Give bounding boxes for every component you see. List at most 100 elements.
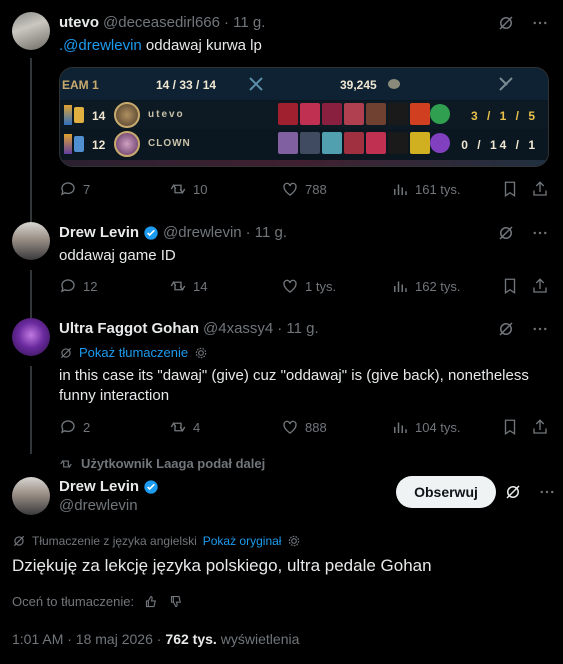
item-icon [366, 132, 386, 154]
author-handle[interactable]: @4xassy4 [203, 320, 273, 337]
grok-icon[interactable] [504, 483, 522, 501]
author-name[interactable]: Drew Levin [59, 478, 139, 495]
tweet-time[interactable]: · 11 g. [246, 224, 287, 241]
author-name[interactable]: Ultra Faggot Gohan [59, 320, 199, 337]
retweet-count: 14 [193, 278, 208, 294]
retweet-count: 4 [193, 419, 201, 435]
more-icon[interactable] [531, 14, 549, 32]
main-author[interactable]: Drew Levin @drewlevin [59, 478, 159, 514]
author-name[interactable]: Drew Levin [59, 224, 139, 241]
reply-count: 12 [83, 278, 98, 294]
views-button[interactable]: 161 tys. [391, 180, 461, 198]
scoreboard-image[interactable]: EAM 1 14 / 33 / 14 39,245 14 utevo 3 / 1… [59, 67, 549, 167]
views-button[interactable]: 162 tys. [391, 277, 461, 295]
heart-icon [283, 420, 297, 434]
trinket-icon [430, 104, 450, 124]
item-icon [322, 103, 342, 125]
thread-line [30, 270, 32, 318]
scoreboard-header: EAM 1 14 / 33 / 14 39,245 [60, 68, 548, 100]
avatar[interactable] [12, 318, 50, 356]
share-button[interactable] [531, 418, 549, 436]
translation-info-row: Tłumaczenie z języka angielski Pokaż ory… [12, 534, 301, 548]
scoreboard-row-partial [60, 160, 548, 166]
tweet-time[interactable]: · 11 g. [277, 320, 318, 337]
show-original-link[interactable]: Pokaż oryginał [203, 534, 282, 548]
like-button[interactable]: 1 tys. [281, 277, 336, 295]
thumbs-down-icon[interactable] [169, 594, 184, 609]
team-kda: 14 / 33 / 14 [156, 78, 217, 92]
bookmark-icon [504, 278, 516, 295]
scoreboard-row: 12 CLOWN 0 / 14 / 1 [60, 130, 548, 158]
mention-link[interactable]: .@drewlevin [59, 37, 142, 54]
main-tweet-text: Dziękuję za lekcję języka polskiego, ult… [12, 556, 432, 575]
author-handle[interactable]: @deceasedirl666 [103, 14, 220, 31]
player-name: CLOWN [148, 138, 191, 149]
item-icon [410, 103, 430, 125]
grok-icon[interactable] [497, 14, 515, 32]
retweet-button[interactable]: 14 [169, 277, 207, 295]
bookmark-button[interactable] [501, 180, 519, 198]
reply-button[interactable]: 12 [59, 277, 97, 295]
tweet-text: oddawaj game ID [59, 247, 176, 264]
reply-icon [60, 182, 75, 196]
rate-translation-label: Oceń to tłumaczenie: [12, 594, 135, 609]
share-icon [533, 419, 547, 434]
item-icon [388, 103, 408, 125]
follow-button[interactable]: Obserwuj [396, 476, 496, 508]
tweet-time[interactable]: · 11 g. [224, 14, 265, 31]
share-icon [533, 181, 547, 196]
scoreboard-row: 14 utevo 3 / 1 / 5 [60, 101, 548, 129]
views-button[interactable]: 104 tys. [391, 418, 461, 436]
tweet-actions: 2 4 888 104 tys. [59, 418, 549, 438]
tweet-timestamp[interactable]: 1:01 AM · 18 maj 2026 · [12, 631, 161, 647]
item-icon [344, 103, 364, 125]
sword-icon [248, 76, 264, 95]
repost-indicator[interactable]: Użytkownik Laaga podał dalej [59, 456, 265, 471]
view-count: 104 tys. [415, 419, 461, 435]
more-icon[interactable] [538, 483, 556, 501]
bookmark-button[interactable] [501, 418, 519, 436]
author-handle[interactable]: @drewlevin [163, 224, 242, 241]
retweet-button[interactable]: 10 [169, 180, 207, 198]
reposted-by-label[interactable]: Użytkownik Laaga podał dalej [81, 456, 265, 471]
bookmark-icon [504, 419, 516, 436]
thread-line [30, 58, 32, 222]
more-icon[interactable] [531, 224, 549, 242]
like-button[interactable]: 888 [281, 418, 327, 436]
tweet-meta: 1:01 AM · 18 maj 2026 · 762 tys. wyświet… [12, 631, 299, 647]
share-button[interactable] [531, 180, 549, 198]
item-icon [300, 103, 320, 125]
show-translation-link[interactable]: Pokaż tłumaczenie [79, 345, 188, 360]
grok-icon[interactable] [497, 320, 515, 338]
bookmark-button[interactable] [501, 277, 519, 295]
author-handle[interactable]: @drewlevin [59, 497, 159, 514]
thumbs-up-icon[interactable] [144, 594, 159, 609]
views-icon [394, 422, 407, 433]
views-icon [394, 184, 407, 195]
like-button[interactable]: 788 [281, 180, 327, 198]
author-name[interactable]: utevo [59, 14, 99, 31]
retweet-button[interactable]: 4 [169, 418, 200, 436]
share-icon [533, 278, 547, 293]
like-count: 1 tys. [305, 278, 337, 294]
tweet-actions: 12 14 1 tys. 162 tys. [59, 277, 549, 297]
translate-icon [60, 347, 72, 358]
tweet-actions: 7 10 788 161 tys. [59, 180, 549, 200]
translate-row[interactable]: Pokaż tłumaczenie [59, 345, 208, 360]
avatar[interactable] [12, 477, 50, 515]
avatar[interactable] [12, 222, 50, 260]
champion-level: 12 [92, 138, 106, 152]
settings-gear-icon [289, 535, 300, 547]
view-count: 161 tys. [415, 181, 461, 197]
reply-icon [60, 420, 75, 434]
avatar[interactable] [12, 12, 50, 50]
reply-button[interactable]: 7 [59, 180, 90, 198]
item-icon [344, 132, 364, 154]
share-button[interactable] [531, 277, 549, 295]
reply-count: 2 [83, 419, 91, 435]
grok-icon[interactable] [497, 224, 515, 242]
reply-button[interactable]: 2 [59, 418, 90, 436]
team-gold: 39,245 [340, 78, 377, 92]
views-icon [394, 281, 407, 292]
more-icon[interactable] [531, 320, 549, 338]
